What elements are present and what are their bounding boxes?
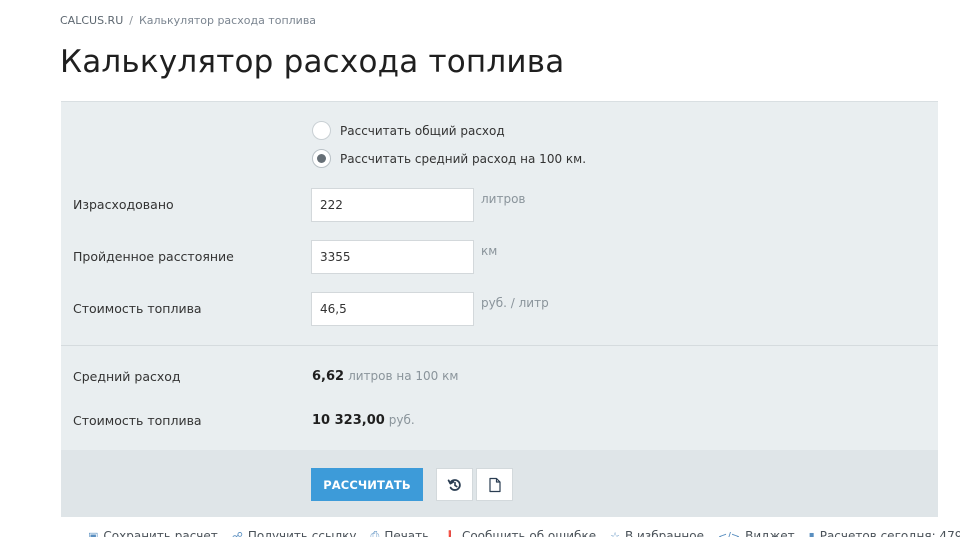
print-icon: ⎙ [370, 529, 380, 537]
report-error-link[interactable]: ❗ Сообщить об ошибке [443, 527, 596, 537]
action-bar: РАССЧИТАТЬ [61, 450, 938, 517]
distance-input[interactable] [311, 240, 474, 274]
error-icon: ❗ [443, 529, 457, 537]
calculate-button[interactable]: РАССЧИТАТЬ [311, 468, 423, 501]
bar-chart-icon: ▮ [808, 529, 815, 537]
radio-total-consumption[interactable]: Рассчитать общий расход [312, 121, 505, 140]
star-icon: ☆ [610, 529, 620, 537]
print-link[interactable]: ⎙ Печать [371, 527, 430, 537]
page-title: Калькулятор расхода топлива [60, 44, 565, 80]
radio-label: Рассчитать общий расход [340, 123, 505, 138]
price-unit: руб. / литр [481, 296, 549, 310]
average-result-unit: литров на 100 км [348, 369, 459, 383]
breadcrumb-separator: / [129, 14, 133, 27]
calculator-panel: Рассчитать общий расход Рассчитать средн… [61, 101, 938, 517]
breadcrumb: CALCUS.RU / Калькулятор расхода топлива [60, 14, 316, 27]
radio-average-consumption[interactable]: Рассчитать средний расход на 100 км. [312, 149, 586, 168]
cost-result-value: 10 323,00 [312, 413, 385, 428]
price-input[interactable] [311, 292, 474, 326]
get-link-link[interactable]: ☍ Получить ссылку [232, 527, 357, 537]
document-button[interactable] [476, 468, 513, 501]
save-calc-label: Сохранить расчет [103, 529, 218, 537]
consumed-unit: литров [481, 192, 526, 206]
consumed-input[interactable] [311, 188, 474, 222]
average-result: 6,62 литров на 100 км [312, 369, 458, 384]
radio-label: Рассчитать средний расход на 100 км. [340, 151, 587, 166]
save-calc-link[interactable]: ▣ Сохранить расчет [88, 527, 218, 537]
print-label: Печать [384, 529, 430, 537]
radio-button-selected[interactable] [312, 149, 331, 168]
get-link-label: Получить ссылку [247, 529, 357, 537]
reset-icon [447, 478, 461, 491]
section-divider [61, 345, 938, 346]
radio-button[interactable] [312, 121, 331, 140]
cost-result-unit: руб. [388, 413, 415, 427]
average-result-label: Средний расход [73, 369, 181, 384]
save-icon: ▣ [88, 529, 99, 537]
cost-result: 10 323,00 руб. [312, 413, 415, 428]
document-icon [488, 477, 501, 492]
widget-link[interactable]: </> Виджет [718, 527, 795, 537]
calc-counter-label: Расчетов сегодня: 4792 [819, 529, 960, 537]
calc-counter: ▮ Расчетов сегодня: 4792 [809, 527, 960, 537]
report-error-label: Сообщить об ошибке [461, 529, 597, 537]
breadcrumb-current: Калькулятор расхода топлива [138, 14, 317, 27]
favorite-label: В избранное [624, 529, 704, 537]
distance-label: Пройденное расстояние [73, 249, 234, 264]
average-result-value: 6,62 [312, 369, 345, 384]
widget-label: Виджет [745, 529, 795, 537]
distance-unit: км [481, 244, 498, 258]
price-label: Стоимость топлива [73, 301, 202, 316]
code-icon: </> [717, 529, 741, 537]
cost-result-label: Стоимость топлива [73, 413, 202, 428]
link-icon: ☍ [231, 529, 243, 537]
breadcrumb-home-link[interactable]: CALCUS.RU [60, 14, 123, 27]
reset-button[interactable] [436, 468, 473, 501]
consumed-label: Израсходовано [73, 197, 174, 212]
favorite-link[interactable]: ☆ В избранное [610, 527, 704, 537]
footer-links: ▣ Сохранить расчет ☍ Получить ссылку ⎙ Печа… [88, 527, 960, 537]
